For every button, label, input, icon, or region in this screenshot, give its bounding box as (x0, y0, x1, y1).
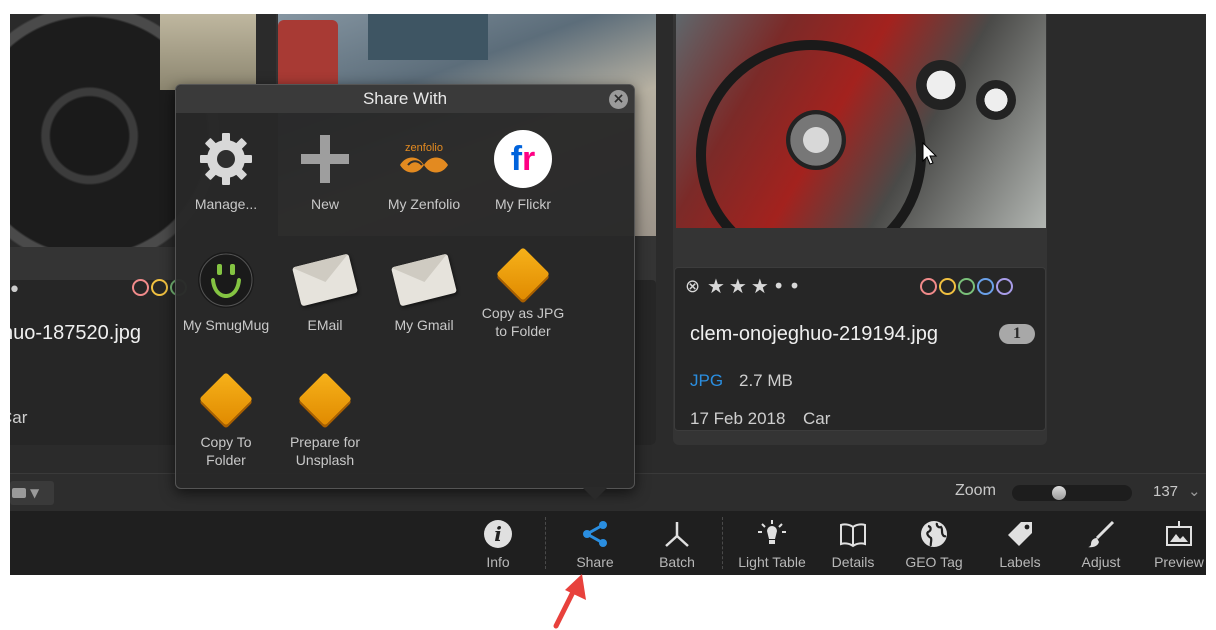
color-labels[interactable] (920, 278, 1013, 295)
share-smugmug-button[interactable]: My SmugMug (176, 248, 276, 334)
toolbar-label: GEO Tag (905, 554, 963, 570)
folder-icon (293, 369, 357, 429)
photo-thumbnail-right[interactable] (676, 14, 1046, 228)
flickr-logo-text: fr (510, 139, 536, 178)
share-copy-to-folder-button[interactable]: Copy To Folder (176, 369, 276, 469)
toolbar-label: Share (576, 554, 614, 570)
smugmug-logo (194, 248, 258, 312)
envelope-icon (391, 248, 457, 312)
chevron-down-icon[interactable]: ⌄ (1188, 482, 1201, 500)
view-mode-icon (12, 488, 26, 498)
filename: huo-187520.jpg (10, 322, 142, 344)
gear-icon (194, 127, 258, 191)
keyword-tag: Car (10, 408, 28, 427)
close-icon[interactable]: × (609, 90, 628, 109)
share-copy-as-jpg-button[interactable]: Copy as JPG to Folder (473, 247, 573, 340)
reject-icon[interactable]: ⊗ (685, 276, 700, 297)
share-item-label: Prepare for Unsplash (289, 434, 361, 468)
share-zenfolio-button[interactable]: zenfolio My Zenfolio (374, 127, 474, 213)
book-icon (836, 517, 870, 551)
share-with-popup: Share With × Manage... New zenfolio My Z… (175, 84, 635, 500)
share-item-label: Copy To Folder (200, 434, 252, 468)
toolbar-light-table-button[interactable]: Light Table (734, 511, 810, 575)
share-item-label: My Gmail (394, 317, 454, 333)
popup-title: Share With (176, 85, 634, 113)
color-label-blue[interactable] (977, 278, 994, 295)
color-label-yellow[interactable] (151, 279, 168, 296)
share-manage-button[interactable]: Manage... (176, 127, 276, 213)
tag-icon (1003, 517, 1037, 551)
rating-dot[interactable]: • (10, 278, 21, 303)
zoom-slider[interactable] (1012, 485, 1132, 501)
chevron-down-icon: ▼ (30, 486, 40, 500)
toolbar-separator (722, 517, 723, 569)
envelope-icon (292, 248, 358, 312)
zenfolio-logo: zenfolio (392, 127, 456, 191)
preview-icon (1162, 517, 1196, 551)
zoom-label: Zoom (955, 482, 996, 499)
folder-icon (491, 247, 555, 301)
share-email-button[interactable]: EMail (275, 248, 375, 334)
share-new-button[interactable]: New (275, 127, 375, 213)
toolbar-label: Info (486, 554, 510, 570)
filename: clem-onojeghuo-219194.jpg (690, 323, 938, 345)
share-item-label: New (310, 196, 339, 212)
toolbar-label: Details (831, 554, 875, 570)
color-label-yellow[interactable] (939, 278, 956, 295)
view-mode-dropdown[interactable]: ▼ (10, 481, 54, 505)
share-item-label: EMail (307, 317, 343, 333)
photo-metadata-right: ⊗ ★★★•• clem-onojeghuo-219194.jpg 1 JPG … (674, 267, 1046, 431)
toolbar-preview-button[interactable]: Preview (1152, 511, 1206, 575)
folder-icon (194, 369, 258, 429)
thumbnail-card-right[interactable]: ⊗ ★★★•• clem-onojeghuo-219194.jpg 1 JPG … (673, 14, 1047, 445)
share-prepare-unsplash-button[interactable]: Prepare for Unsplash (275, 369, 375, 469)
share-item-label: My Zenfolio (387, 196, 461, 212)
share-item-label: Copy as JPG to Folder (481, 305, 565, 339)
toolbar-label: Light Table (738, 554, 806, 570)
share-icon (578, 517, 612, 551)
toolbar-batch-button[interactable]: Batch (654, 511, 700, 575)
share-item-label: My Flickr (495, 196, 551, 212)
flickr-logo: fr (491, 127, 555, 191)
toolbar-label: Labels (999, 554, 1041, 570)
share-flickr-button[interactable]: fr My Flickr (473, 127, 573, 213)
toolbar-share-button[interactable]: Share (572, 511, 618, 575)
zoom-value: 137 (1153, 483, 1179, 500)
toolbar-geo-tag-button[interactable]: GEO Tag (900, 511, 968, 575)
svg-text:i: i (494, 522, 502, 546)
toolbar-label: Preview (1154, 554, 1204, 570)
zoom-slider-knob[interactable] (1052, 486, 1066, 500)
share-item-label: My SmugMug (182, 317, 270, 333)
share-gmail-button[interactable]: My Gmail (374, 248, 474, 334)
color-label-red[interactable] (920, 278, 937, 295)
toolbar-info-button[interactable]: i Info (478, 511, 518, 575)
toolbar-label: Adjust (1081, 554, 1121, 570)
file-type: JPG (690, 371, 724, 390)
toolbar-separator (545, 517, 546, 569)
keyword-tag: Car (803, 409, 831, 428)
batch-icon (660, 517, 694, 551)
info-icon: i (481, 517, 515, 551)
capture-date: 17 Feb 2018 (690, 409, 786, 428)
color-label-green[interactable] (958, 278, 975, 295)
share-item-label: Manage... (194, 196, 258, 212)
toolbar-details-button[interactable]: Details (828, 511, 878, 575)
file-size: 2.7 MB (739, 371, 793, 390)
annotation-arrow-icon (553, 574, 586, 629)
toolbar-label: Batch (659, 554, 695, 570)
color-label-red[interactable] (132, 279, 149, 296)
light-table-icon (755, 517, 789, 551)
toolbar-adjust-button[interactable]: Adjust (1076, 511, 1126, 575)
star-rating[interactable]: ★★★•• (707, 274, 804, 298)
plus-icon (293, 127, 357, 191)
zenfolio-logo-text: zenfolio (405, 142, 443, 154)
globe-icon (917, 517, 951, 551)
version-badge[interactable]: 1 (999, 324, 1035, 344)
bottom-toolbar: i Info Share Batch Light Table Details G… (10, 511, 1206, 575)
toolbar-labels-button[interactable]: Labels (995, 511, 1045, 575)
mouse-cursor-icon (922, 142, 938, 165)
brush-icon (1084, 517, 1118, 551)
color-label-purple[interactable] (996, 278, 1013, 295)
popup-pointer (582, 487, 608, 500)
